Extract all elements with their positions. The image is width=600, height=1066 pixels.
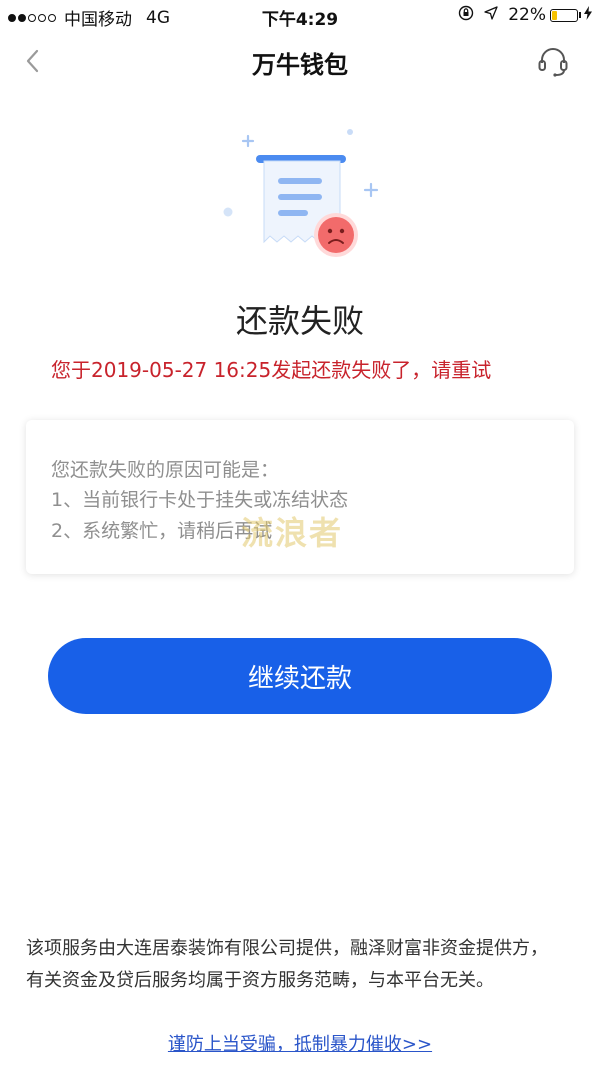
disclaimer-text: 该项服务由大连居泰装饰有限公司提供，融泽财富非资金提供方， — [26, 938, 548, 959]
lock-rotation-icon — [458, 5, 474, 25]
nav-bar: 万牛钱包 — [0, 32, 600, 90]
battery-percent: 22% — [508, 5, 546, 25]
status-bar: 中国移动 4G 下午4:29 22% — [0, 0, 600, 32]
battery-fill — [552, 10, 557, 20]
battery-tip — [579, 12, 581, 18]
location-arrow-icon — [484, 6, 498, 24]
failure-reasons-card: 您还款失败的原因可能是： 1、当前银行卡处于挂失或冻结状态 2、系统繁忙，请稍后… — [26, 420, 574, 574]
anti-fraud-link[interactable]: 谨防上当受骗，抵制暴力催收>> — [168, 1034, 432, 1055]
disclaimer-text: 有关资金及贷后服务均属于资方服务范畴，与本平台无关。 — [26, 970, 494, 991]
headset-icon[interactable] — [536, 44, 570, 78]
failed-receipt-sad-face-icon — [210, 118, 390, 268]
continue-repayment-button[interactable]: 继续还款 — [48, 638, 552, 714]
reason-item: 2、系统繁忙，请稍后再试 — [51, 520, 273, 542]
failure-message: 您于2019-05-27 16:25发起还款失败了，请重试 — [51, 358, 492, 382]
watermark: 流浪者 — [241, 514, 344, 552]
result-title: 还款失败 — [235, 302, 364, 340]
reasons-heading: 您还款失败的原因可能是： — [51, 459, 280, 481]
page-title: 万牛钱包 — [252, 51, 348, 79]
charging-bolt-icon — [584, 6, 592, 24]
anti-fraud-link-row: 谨防上当受骗，抵制暴力催收>> — [0, 1030, 600, 1056]
status-right: 22% — [458, 5, 592, 25]
battery-icon — [550, 8, 578, 22]
